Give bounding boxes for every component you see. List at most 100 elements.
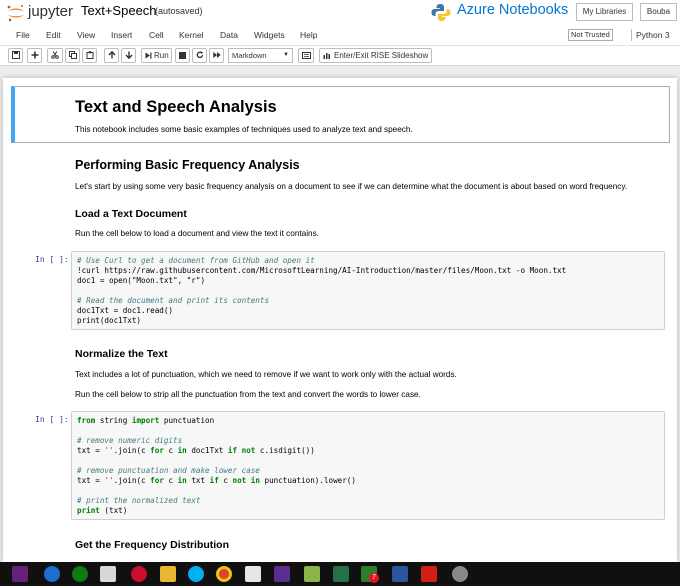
code-line: # print the normalized text — [77, 496, 201, 505]
section-heading-frequency: Performing Basic Frequency Analysis — [75, 158, 300, 172]
normalize-paragraph-1: Text includes a lot of punctuation, whic… — [75, 370, 457, 379]
code-line: doc1 = open("Moon.txt", "r") — [77, 276, 206, 285]
intro-paragraph: This notebook includes some basic exampl… — [75, 125, 413, 134]
code-line: doc1Txt = doc1.read() — [77, 306, 174, 315]
autosave-status: (autosaved) — [155, 6, 203, 16]
frequency-intro-paragraph: Let's start by using some very basic fre… — [75, 182, 628, 191]
code-line: txt = ''.join(c for c in txt if c not in… — [77, 476, 356, 485]
code-cell-2[interactable]: from string import punctuation # remove … — [71, 411, 665, 520]
code-line: from string import punctuation — [77, 416, 215, 425]
notebook-area: Text and Speech Analysis This notebook i… — [0, 66, 680, 562]
menu-view[interactable]: View — [77, 30, 95, 40]
copy-icon — [68, 51, 77, 59]
trust-status-button[interactable]: Not Trusted — [568, 29, 613, 41]
arrow-up-icon — [107, 51, 116, 59]
my-libraries-button[interactable]: My Libraries — [576, 3, 633, 21]
cell-type-value: Markdown — [232, 51, 267, 60]
menu-bar: File Edit View Insert Cell Kernel Data W… — [0, 26, 680, 46]
folder-icon[interactable] — [160, 566, 176, 582]
paste-button[interactable] — [82, 48, 97, 63]
normalize-heading: Normalize the Text — [75, 348, 168, 360]
notification-badge: 7 — [369, 573, 379, 583]
skype-icon[interactable] — [188, 566, 204, 582]
cell-1-input-prompt: In [ ]: — [35, 255, 69, 264]
interrupt-kernel-button[interactable] — [175, 48, 190, 63]
menu-edit[interactable]: Edit — [46, 30, 61, 40]
code-line: print (txt) — [77, 506, 128, 515]
code-line: # Read the document and print its conten… — [77, 296, 270, 305]
kernel-separator — [631, 29, 632, 41]
acrobat-icon[interactable] — [421, 566, 437, 582]
move-up-button[interactable] — [104, 48, 119, 63]
code-line: # remove numeric digits — [77, 436, 183, 445]
kernel-indicator: Python 3 — [636, 30, 670, 40]
visual-studio-icon[interactable] — [12, 566, 28, 582]
notebook-header: jupyter Text+Speech (autosaved) Azure No… — [0, 0, 680, 26]
azure-notebooks-logo-icon — [431, 4, 451, 21]
menu-data[interactable]: Data — [220, 30, 238, 40]
excel-icon[interactable] — [333, 566, 349, 582]
load-document-heading: Load a Text Document — [75, 208, 187, 220]
plus-icon — [31, 51, 38, 59]
bar-chart-icon — [323, 53, 330, 59]
insert-cell-button[interactable] — [27, 48, 42, 63]
copy-button[interactable] — [65, 48, 80, 63]
step-forward-icon — [145, 52, 152, 59]
scissors-icon — [51, 51, 59, 59]
notebook-page: Text and Speech Analysis This notebook i… — [3, 78, 677, 562]
keyboard-icon — [301, 52, 311, 59]
restart-icon — [196, 51, 203, 59]
code-line: !curl https://raw.githubusercontent.com/… — [77, 266, 567, 275]
windows-taskbar: 7 — [0, 562, 680, 586]
stop-icon — [179, 52, 186, 59]
menu-widgets[interactable]: Widgets — [254, 30, 285, 40]
menu-help[interactable]: Help — [300, 30, 317, 40]
jupyter-logo-icon[interactable] — [6, 4, 26, 22]
menu-insert[interactable]: Insert — [111, 30, 132, 40]
code-line: # remove punctuation and make lower case — [77, 466, 260, 475]
notebook-title[interactable]: Text+Speech — [81, 3, 157, 18]
fast-forward-icon — [212, 52, 221, 58]
restart-kernel-button[interactable] — [192, 48, 207, 63]
chevron-down-icon: ▼ — [283, 52, 289, 58]
command-palette-button[interactable] — [298, 48, 314, 63]
menu-cell[interactable]: Cell — [149, 30, 164, 40]
notebook-title-heading: Text and Speech Analysis — [75, 98, 277, 116]
code-cell-1[interactable]: # Use Curl to get a document from GitHub… — [71, 251, 665, 330]
load-document-paragraph: Run the cell below to load a document an… — [75, 229, 319, 238]
cell-2-input-prompt: In [ ]: — [35, 415, 69, 424]
word-icon[interactable] — [392, 566, 408, 582]
antivirus-icon[interactable] — [131, 566, 147, 582]
cut-button[interactable] — [47, 48, 63, 63]
save-button[interactable] — [8, 48, 23, 63]
normalize-paragraph-2: Run the cell below to strip all the punc… — [75, 390, 421, 399]
xbox-icon[interactable] — [72, 566, 88, 582]
notes-icon[interactable] — [304, 566, 320, 582]
restart-run-all-button[interactable] — [209, 48, 224, 63]
app-icon[interactable] — [274, 566, 290, 582]
rise-slideshow-button[interactable]: Enter/Exit RISE Slideshow — [319, 48, 432, 63]
chrome-icon[interactable] — [216, 566, 232, 582]
edge-icon[interactable] — [44, 566, 60, 582]
settings-icon[interactable] — [452, 566, 468, 582]
menu-file[interactable]: File — [16, 30, 30, 40]
run-button[interactable]: Run — [141, 48, 172, 63]
move-down-button[interactable] — [121, 48, 136, 63]
cell-type-select[interactable]: Markdown ▼ — [228, 48, 293, 63]
code-line: print(doc1Txt) — [77, 316, 142, 325]
code-line: txt = ''.join(c for c in doc1Txt if not … — [77, 446, 315, 455]
user-account-button[interactable]: Bouba — [640, 3, 677, 21]
code-line: # Use Curl to get a document from GitHub… — [77, 256, 315, 265]
menu-kernel[interactable]: Kernel — [179, 30, 204, 40]
clipboard-icon — [86, 51, 93, 59]
notebook-toolbar: Run Markdown ▼ Enter/Exit RISE Slideshow — [0, 46, 680, 66]
jupyter-wordmark[interactable]: jupyter — [28, 3, 73, 20]
azure-notebooks-wordmark: Azure Notebooks — [457, 2, 569, 18]
rise-slideshow-label: Enter/Exit RISE Slideshow — [334, 51, 429, 60]
save-icon — [11, 51, 20, 59]
run-button-label: Run — [154, 51, 169, 60]
arrow-down-icon — [124, 51, 133, 59]
frequency-distribution-heading: Get the Frequency Distribution — [75, 539, 230, 551]
media-icon[interactable] — [245, 566, 261, 582]
mail-icon[interactable] — [100, 566, 116, 582]
